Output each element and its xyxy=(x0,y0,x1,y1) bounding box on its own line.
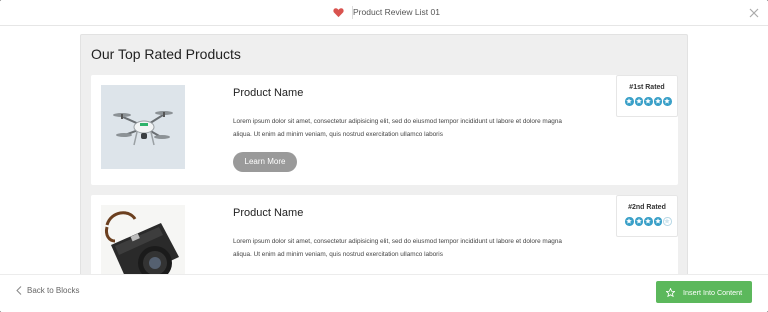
product-name: Product Name xyxy=(233,87,304,99)
star-icon xyxy=(653,217,662,226)
star-icon xyxy=(625,217,634,226)
rating-stars xyxy=(625,217,672,226)
modal-body: Our Top Rated Products Product Name Lore… xyxy=(0,26,768,274)
product-card: Product Name Lorem ipsum dolor sit amet,… xyxy=(91,75,678,185)
product-image-camera xyxy=(101,205,185,274)
modal-header: Product Review List 01 xyxy=(0,0,768,26)
block-preview: Our Top Rated Products Product Name Lore… xyxy=(80,34,688,274)
back-label: Back to Blocks xyxy=(27,286,80,295)
section-title: Our Top Rated Products xyxy=(91,46,241,62)
rank-badge: #1st Rated xyxy=(616,75,678,117)
product-image-drone xyxy=(101,85,185,169)
product-name: Product Name xyxy=(233,207,304,219)
rank-label: #2nd Rated xyxy=(628,204,666,211)
product-card: Product Name Lorem ipsum dolor sit amet,… xyxy=(91,195,678,274)
star-icon xyxy=(653,97,662,106)
rank-label: #1st Rated xyxy=(629,84,665,91)
modal-footer: Back to Blocks Insert Into Content xyxy=(0,274,768,312)
star-icon xyxy=(644,217,653,226)
star-icon xyxy=(644,97,653,106)
star-outline-icon xyxy=(663,217,672,226)
back-chevron-icon xyxy=(16,286,22,295)
insert-into-content-button[interactable]: Insert Into Content xyxy=(656,281,752,303)
modal-title: Product Review List 01 xyxy=(353,7,440,17)
star-icon xyxy=(625,97,634,106)
rating-stars xyxy=(625,97,672,106)
star-icon xyxy=(634,217,643,226)
rank-badge: #2nd Rated xyxy=(616,195,678,237)
insert-label: Insert Into Content xyxy=(683,287,743,297)
star-icon xyxy=(634,97,643,106)
heart-icon xyxy=(333,8,344,18)
product-description: Lorem ipsum dolor sit amet, consectetur … xyxy=(233,238,562,258)
close-icon[interactable] xyxy=(749,8,759,18)
block-preview-modal: Product Review List 01 Our Top Rated Pro… xyxy=(0,0,768,312)
product-description: Lorem ipsum dolor sit amet, consectetur … xyxy=(233,118,562,138)
star-icon xyxy=(666,287,675,297)
back-to-blocks-link[interactable]: Back to Blocks xyxy=(16,286,79,295)
drone-illustration xyxy=(101,85,185,169)
star-icon xyxy=(663,97,672,106)
camera-illustration xyxy=(101,205,185,274)
learn-more-button[interactable]: Learn More xyxy=(233,152,297,172)
